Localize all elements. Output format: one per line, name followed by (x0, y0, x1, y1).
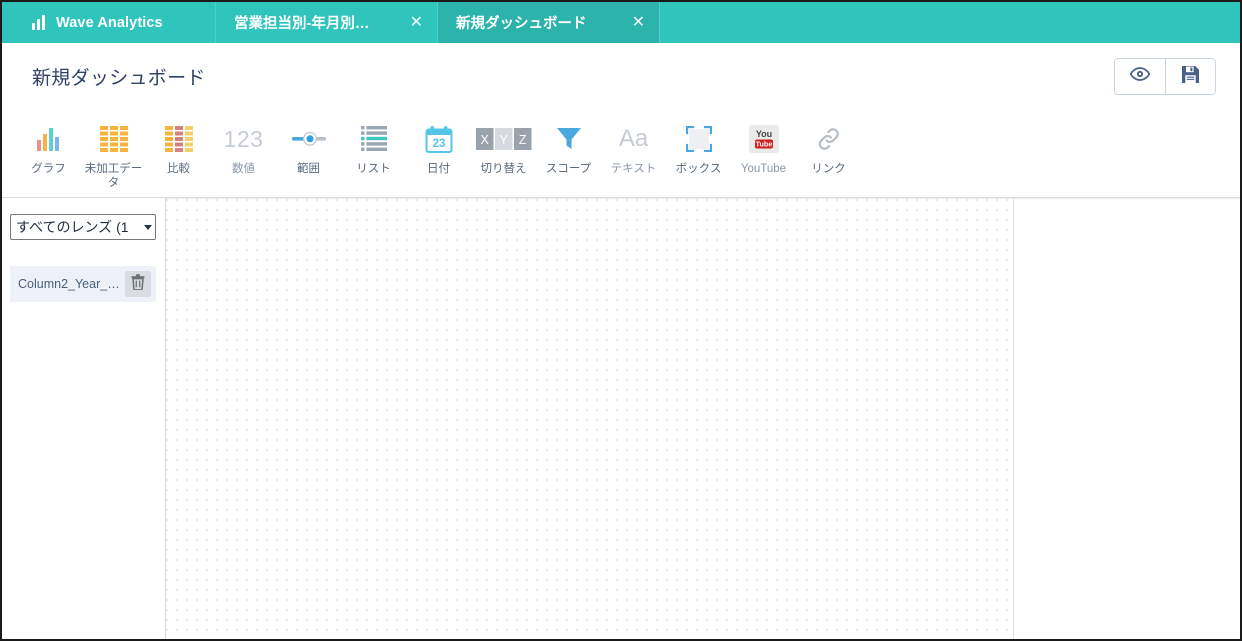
canvas-outside-area (1014, 198, 1240, 639)
tool-raw-data[interactable]: 未加工データ (81, 110, 146, 197)
tab-bar-filler (660, 2, 1240, 43)
tool-label: テキスト (610, 163, 657, 175)
tool-compare[interactable]: 比較 (146, 110, 211, 197)
svg-text:Y: Y (499, 133, 508, 147)
tool-list[interactable]: リスト (341, 110, 406, 197)
svg-text:23: 23 (432, 138, 445, 150)
tab-new-dashboard[interactable]: 新規ダッシュボード ✕ (438, 2, 660, 43)
tool-label: リンク (811, 163, 846, 175)
tool-link[interactable]: リンク (796, 110, 861, 197)
number-123-icon: 123 (223, 125, 264, 152)
tool-label: ボックス (675, 163, 722, 175)
brand-wave-analytics[interactable]: Wave Analytics (2, 2, 216, 43)
tool-toggle[interactable]: X Y Z 切り替え (471, 110, 536, 197)
tool-label: 日付 (427, 163, 450, 175)
tab-label: 新規ダッシュボード (456, 16, 587, 32)
tab-label: 営業担当別-年月別売上 (234, 16, 384, 32)
tool-label: 切り替え (480, 163, 527, 175)
tool-label: スコープ (545, 163, 592, 175)
page-title: 新規ダッシュボード (32, 68, 206, 89)
trash-icon (131, 273, 145, 295)
lens-sidebar: すべてのレンズ (1 Column2_Year_Colu... (2, 198, 166, 639)
dashboard-header: 新規ダッシュボード (2, 43, 1240, 110)
tool-date[interactable]: 23 日付 (406, 110, 471, 197)
lens-filter-select[interactable]: すべてのレンズ (1 (10, 214, 156, 240)
svg-text:Tube: Tube (755, 140, 772, 149)
svg-text:You: You (755, 129, 771, 139)
svg-text:X: X (480, 133, 489, 147)
youtube-icon: You Tube (748, 122, 779, 156)
tool-text[interactable]: Aa テキスト (601, 110, 666, 197)
dashboard-canvas-area (166, 198, 1240, 639)
lens-filter-value: すべてのレンズ (1 (16, 219, 129, 235)
dashboard-body: すべてのレンズ (1 Column2_Year_Colu... (2, 198, 1240, 639)
tab-close-icon[interactable]: ✕ (410, 14, 423, 31)
lens-name: Column2_Year_Colu... (18, 277, 125, 291)
tool-label: 数値 (232, 163, 255, 175)
app-window: Wave Analytics 営業担当別-年月別売上 ✕ 新規ダッシュボード ✕… (0, 0, 1242, 641)
preview-button[interactable] (1115, 59, 1165, 94)
tool-label: 範囲 (297, 163, 320, 175)
box-icon (685, 122, 712, 156)
tool-box[interactable]: ボックス (666, 110, 731, 197)
filter-funnel-icon (556, 122, 582, 156)
calendar-icon: 23 (425, 122, 453, 156)
tab-lens-sales[interactable]: 営業担当別-年月別売上 ✕ (216, 2, 438, 43)
text-aa-icon: Aa (618, 125, 649, 152)
tool-label: リスト (356, 163, 391, 175)
dashboard-canvas-grid[interactable] (166, 198, 1014, 639)
compare-icon (164, 122, 193, 156)
toggle-xyz-icon: X Y Z (475, 122, 532, 156)
floppy-disk-save-icon (1181, 65, 1200, 89)
list-item[interactable]: Column2_Year_Colu... (10, 266, 156, 302)
link-icon (816, 122, 842, 156)
delete-lens-button[interactable] (125, 271, 151, 297)
bar-chart-icon (32, 15, 47, 30)
tool-number[interactable]: 123 数値 (211, 110, 276, 197)
chevron-down-icon (144, 224, 152, 230)
widget-toolbar: グラフ 未加工データ 比較 123 数値 範囲 リスト 23 日付 X Y Z … (2, 110, 1240, 198)
tool-label: 未加工データ (84, 163, 143, 190)
tool-label: グラフ (31, 163, 66, 175)
tool-chart[interactable]: グラフ (16, 110, 81, 197)
lens-list: Column2_Year_Colu... (10, 266, 157, 302)
tool-label: 比較 (167, 163, 190, 175)
save-button[interactable] (1165, 59, 1215, 94)
tool-scope[interactable]: スコープ (536, 110, 601, 197)
chart-icon (36, 122, 62, 156)
raw-data-icon (99, 122, 128, 156)
list-icon (360, 122, 387, 156)
tool-youtube[interactable]: You Tube YouTube (731, 110, 796, 197)
range-slider-icon (291, 122, 326, 156)
tab-bar: Wave Analytics 営業担当別-年月別売上 ✕ 新規ダッシュボード ✕ (2, 2, 1240, 43)
svg-text:Z: Z (518, 133, 526, 147)
tool-label: YouTube (740, 163, 787, 175)
tool-range[interactable]: 範囲 (276, 110, 341, 197)
header-action-group (1114, 58, 1216, 95)
tab-close-icon[interactable]: ✕ (632, 14, 645, 31)
brand-label: Wave Analytics (56, 14, 163, 31)
eye-icon (1129, 67, 1151, 86)
